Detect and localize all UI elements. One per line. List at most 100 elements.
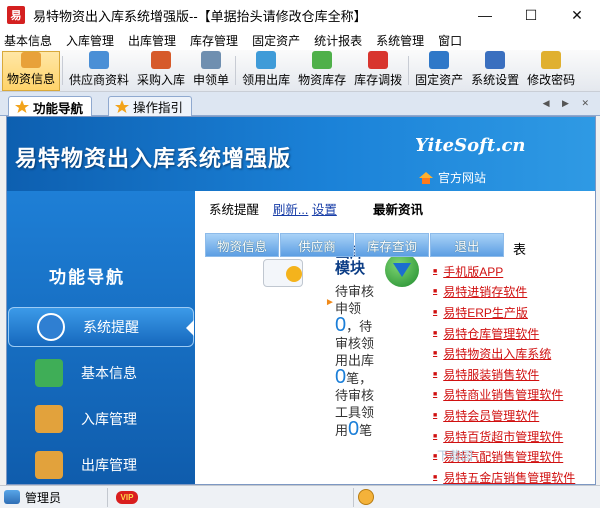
news-link[interactable]: ■ 易特仓库管理软件 xyxy=(433,323,593,344)
settings-icon xyxy=(485,51,506,69)
toolbar-button-9[interactable]: 修改密码 xyxy=(523,51,579,91)
news-link[interactable]: ■ 易特百货超市管理软件 xyxy=(433,426,593,447)
toolbar-button-label: 系统设置 xyxy=(471,73,520,87)
news-link[interactable]: ■ 手机版APP xyxy=(433,261,593,282)
official-site-link[interactable]: 官方网站 xyxy=(419,169,486,186)
news-link[interactable]: ■ 易特物资出入库系统 xyxy=(433,343,593,364)
issue-out-icon xyxy=(256,51,277,69)
official-site-label: 官方网站 xyxy=(438,171,487,185)
news-link-label: 易特仓库管理软件 xyxy=(443,326,540,341)
bullet-icon: ■ xyxy=(433,473,438,481)
toolbar-button-label: 修改密码 xyxy=(527,73,576,87)
toolbar-button-4[interactable]: 领用出库 xyxy=(238,51,294,91)
pending-unit: 笔 xyxy=(359,423,373,438)
password-icon xyxy=(541,51,562,69)
star-icon xyxy=(115,100,129,114)
banner: 易特物资出入库系统增强版 YiteSoft.cn 官方网站 xyxy=(7,117,595,191)
bullet-icon: ■ xyxy=(433,411,438,419)
news-link-label: 易特百货超市管理软件 xyxy=(443,429,564,444)
bullet-icon: ■ xyxy=(433,267,438,275)
bullet-icon: ■ xyxy=(433,308,438,316)
quick-inventory-query-button[interactable]: 库存查询 xyxy=(355,233,429,257)
pending-count[interactable]: 0 xyxy=(335,366,346,388)
panel-header-label: 系统提醒 xyxy=(209,203,260,217)
home-icon xyxy=(419,171,433,184)
news-link-label: 易特ERP生产版 xyxy=(443,305,528,320)
star-icon xyxy=(15,100,29,114)
quick-exit-button[interactable]: 退出 xyxy=(430,233,504,257)
tab-guide[interactable]: 操作指引 xyxy=(108,96,193,116)
news-link[interactable]: ■ 易特进销存软件 xyxy=(433,282,593,303)
status-vip: VIP xyxy=(108,487,354,507)
toolbar-button-2[interactable]: 采购入库 xyxy=(133,51,189,91)
nav-item-3[interactable]: 出库管理 xyxy=(7,445,195,484)
menu-system[interactable]: 系统管理 xyxy=(376,32,424,49)
news-link-label: 易特进销存软件 xyxy=(443,285,528,300)
tab-function-nav[interactable]: 功能导航 xyxy=(8,96,93,117)
news-link-label: 易特会员管理软件 xyxy=(443,408,540,423)
pending-text: 用 xyxy=(335,423,349,438)
quick-supplier-button[interactable]: 供应商 xyxy=(280,233,354,257)
pending-text: ，待 xyxy=(346,319,373,334)
minimize-button[interactable]: — xyxy=(462,0,508,30)
nav-item-label: 系统提醒 xyxy=(83,319,139,335)
tab-nav-controls[interactable]: ◀ ▶ ✕ xyxy=(543,98,594,109)
news-link[interactable]: ■ 易特ERP生产版 xyxy=(433,302,593,323)
inventory-icon xyxy=(312,51,333,69)
pending-text: 审核领 xyxy=(335,336,375,351)
news-link[interactable]: ■ 易特五金店销售管理软件 xyxy=(433,467,593,485)
materials-icon xyxy=(21,52,41,68)
pending-count[interactable]: 0 xyxy=(335,314,346,336)
info-icon xyxy=(37,313,65,341)
menu-basic-info[interactable]: 基本信息 xyxy=(4,32,52,49)
bullet-icon: ■ xyxy=(433,391,438,399)
menu-reports[interactable]: 统计报表 xyxy=(314,32,362,49)
menu-inventory[interactable]: 库存管理 xyxy=(190,32,238,49)
close-button[interactable]: ✕ xyxy=(554,0,600,30)
bullet-icon: ► xyxy=(325,297,335,308)
toolbar-button-3[interactable]: 申领单 xyxy=(189,51,233,91)
nav-item-0[interactable]: 系统提醒 xyxy=(8,307,194,347)
menu-window[interactable]: 窗口 xyxy=(438,32,462,49)
toolbar-button-label: 物资库存 xyxy=(298,73,347,87)
pending-label: 待审核 xyxy=(335,284,375,299)
news-heading-tail: 表 xyxy=(513,242,527,257)
news-link-label: 易特商业销售管理软件 xyxy=(443,388,564,403)
news-link[interactable]: ■ 易特商业销售管理软件 xyxy=(433,385,593,406)
refresh-link[interactable]: 刷新... xyxy=(273,203,308,217)
nav-title: 功能导航 xyxy=(49,268,125,287)
toolbar-button-label: 固定资产 xyxy=(415,73,464,87)
panel-header: 系统提醒 刷新... 设置 xyxy=(209,199,337,218)
window-title: 易特物资出入库系统增强版--【单据抬头请修改仓库全称】 xyxy=(33,8,367,24)
toolbar-button-1[interactable]: 供应商资料 xyxy=(65,51,133,91)
menu-fixed-assets[interactable]: 固定资产 xyxy=(252,32,300,49)
watermark: 下载园 xyxy=(437,449,474,463)
tab-label: 操作指引 xyxy=(133,101,184,115)
toolbar-button-6[interactable]: 库存调拨 xyxy=(350,51,406,91)
toolbar-button-0[interactable]: 物资信息 xyxy=(2,51,61,91)
content-panel: 系统提醒 刷新... 设置 最新资讯 ► 出库 模块 待审核 申领 0，待 审核… xyxy=(195,191,595,485)
toolbar-button-label: 供应商资料 xyxy=(69,73,130,87)
fixed-assets-icon xyxy=(429,51,450,69)
news-link[interactable]: ■ 易特服装销售软件 xyxy=(433,364,593,385)
maximize-button[interactable]: ☐ xyxy=(508,0,554,30)
settings-link[interactable]: 设置 xyxy=(312,203,337,217)
toolbar-button-8[interactable]: 系统设置 xyxy=(467,51,523,91)
toolbar: 物资信息 供应商资料 采购入库 申领单 领用出库 物资库存 库存调拨 固定资产 系统设置 修改密码 xyxy=(0,50,600,92)
cubes-icon xyxy=(35,359,63,387)
nav-item-label: 基本信息 xyxy=(81,365,137,381)
news-link[interactable]: ■ 易特会员管理软件 xyxy=(433,405,593,426)
nav-item-2[interactable]: 入库管理 xyxy=(7,399,195,439)
menu-outbound[interactable]: 出库管理 xyxy=(128,32,176,49)
pending-count[interactable]: 0 xyxy=(348,418,359,440)
title-bar: 易 易特物资出入库系统增强版--【单据抬头请修改仓库全称】 — ☐ ✕ xyxy=(0,0,600,30)
news-link-label: 易特五金店销售管理软件 xyxy=(443,470,576,485)
toolbar-button-7[interactable]: 固定资产 xyxy=(411,51,467,91)
menu-inbound[interactable]: 入库管理 xyxy=(66,32,114,49)
main-area: 易特物资出入库系统增强版 YiteSoft.cn 官方网站 功能导航 系统提醒基… xyxy=(6,116,596,485)
toolbar-button-5[interactable]: 物资库存 xyxy=(294,51,350,91)
nav-item-1[interactable]: 基本信息 xyxy=(7,353,195,393)
quick-materials-button[interactable]: 物资信息 xyxy=(205,233,279,257)
toolbar-button-label: 申领单 xyxy=(193,73,230,87)
supplier-icon xyxy=(89,51,110,69)
